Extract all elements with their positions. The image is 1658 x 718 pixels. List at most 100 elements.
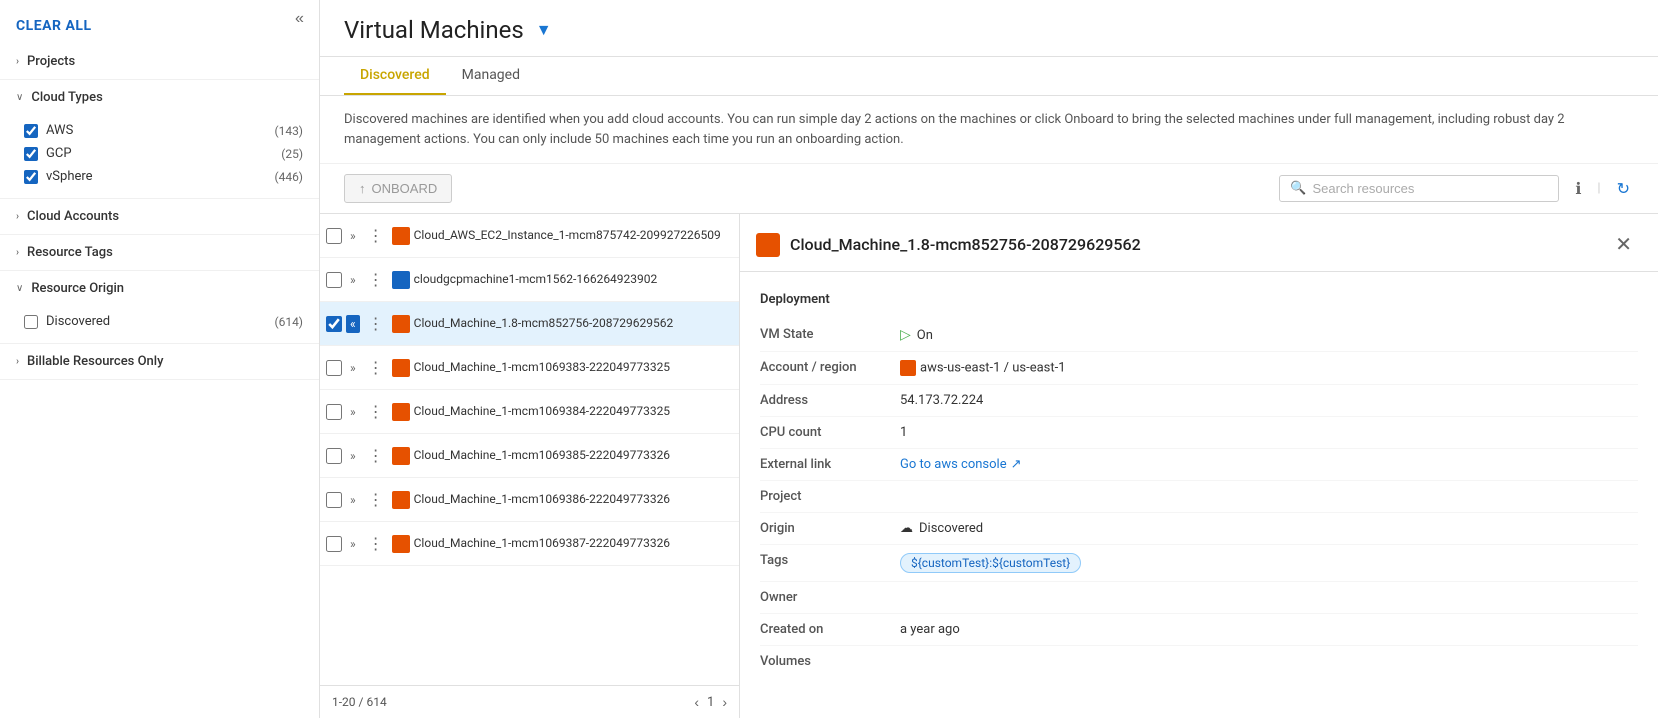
table-row[interactable]: » ⋮ cloudgcpmachine1-mcm1562-16626492390…	[320, 258, 739, 302]
page-header: Virtual Machines ▼	[320, 0, 1658, 57]
row-name: cloudgcpmachine1-mcm1562-166264923902	[414, 272, 733, 288]
sidebar-section-resource-origin-header[interactable]: ∨ Resource Origin	[0, 271, 319, 306]
external-link[interactable]: Go to aws console ↗	[900, 457, 1638, 472]
row-checkbox[interactable]	[326, 316, 342, 332]
filter-item-gcp-left: GCP	[24, 146, 72, 161]
detail-field-val-wrapper: a year ago	[900, 622, 1638, 637]
onboard-button[interactable]: ↑ ONBOARD	[344, 174, 452, 203]
filter-item-aws: AWS (143)	[24, 119, 303, 142]
row-menu-icon[interactable]: ⋮	[364, 356, 388, 379]
account-value: aws-us-east-1 / us-east-1	[900, 360, 1638, 376]
resource-pagination: 1-20 / 614 ‹ 1 ›	[320, 685, 739, 718]
vm-state-text: On	[917, 328, 933, 343]
row-name: Cloud_Machine_1-mcm1069383-222049773325	[414, 360, 733, 376]
detail-field-key: Origin	[760, 521, 890, 536]
refresh-button[interactable]: ↻	[1613, 175, 1634, 203]
row-checkbox[interactable]	[326, 536, 342, 552]
row-menu-icon[interactable]: ⋮	[364, 488, 388, 511]
sidebar-section-billable-label: Billable Resources Only	[27, 354, 163, 369]
row-menu-icon[interactable]: ⋮	[364, 400, 388, 423]
detail-field-val-wrapper: 54.173.72.224	[900, 393, 1638, 408]
row-checkbox[interactable]	[326, 360, 342, 376]
sidebar-section-resource-tags: › Resource Tags	[0, 235, 319, 271]
row-checkbox[interactable]	[326, 272, 342, 288]
info-button[interactable]: ℹ	[1571, 175, 1585, 203]
page-title: Virtual Machines	[344, 16, 524, 56]
search-input[interactable]	[1313, 181, 1549, 196]
sidebar-section-resource-origin-label: Resource Origin	[31, 281, 124, 296]
detail-field-key: External link	[760, 457, 890, 472]
row-name: Cloud_Machine_1-mcm1069387-222049773326	[414, 536, 733, 552]
sidebar-section-projects-label: Projects	[27, 54, 75, 69]
row-expand-icon[interactable]: »	[346, 403, 360, 421]
chevron-down-icon: ∨	[16, 92, 23, 103]
detail-field-row: Tags ${customTest}:${customTest}	[760, 545, 1638, 582]
next-page-button[interactable]: ›	[722, 694, 727, 710]
row-expand-icon[interactable]: »	[346, 491, 360, 509]
pagination-text: 1-20 / 614	[332, 695, 387, 709]
row-type-icon	[392, 447, 410, 465]
detail-close-button[interactable]: ✕	[1609, 230, 1638, 259]
gcp-checkbox[interactable]	[24, 147, 38, 161]
detail-field-key: Project	[760, 489, 890, 504]
vsphere-label: vSphere	[46, 169, 93, 184]
row-menu-icon[interactable]: ⋮	[364, 224, 388, 247]
detail-field-key: Owner	[760, 590, 890, 605]
table-row[interactable]: « ⋮ Cloud_Machine_1.8-mcm852756-20872962…	[320, 302, 739, 346]
detail-field-key: VM State	[760, 327, 890, 342]
search-box: 🔍	[1279, 175, 1559, 202]
detail-field-row: Owner	[760, 582, 1638, 614]
sidebar-section-cloud-accounts-header[interactable]: › Cloud Accounts	[0, 199, 319, 234]
row-menu-icon[interactable]: ⋮	[364, 444, 388, 467]
row-checkbox[interactable]	[326, 404, 342, 420]
sidebar-collapse-button[interactable]: «	[295, 10, 304, 28]
sidebar-section-cloud-types: ∨ Cloud Types AWS (143) GCP (25)	[0, 80, 319, 199]
discovered-checkbox[interactable]	[24, 315, 38, 329]
tab-managed[interactable]: Managed	[446, 57, 536, 95]
tab-discovered[interactable]: Discovered	[344, 57, 446, 95]
sidebar-section-projects-header[interactable]: › Projects	[0, 44, 319, 79]
cloud-icon: ☁	[900, 521, 913, 536]
row-type-icon	[392, 359, 410, 377]
chevron-right-icon-2: ›	[16, 211, 19, 222]
tag-badge: ${customTest}:${customTest}	[900, 553, 1081, 573]
sidebar-section-billable-header[interactable]: › Billable Resources Only	[0, 344, 319, 379]
table-row[interactable]: » ⋮ Cloud_AWS_EC2_Instance_1-mcm875742-2…	[320, 214, 739, 258]
vsphere-checkbox[interactable]	[24, 170, 38, 184]
table-row[interactable]: » ⋮ Cloud_Machine_1-mcm1069384-222049773…	[320, 390, 739, 434]
filter-item-vsphere: vSphere (446)	[24, 165, 303, 188]
detail-field-key: Account / region	[760, 360, 890, 375]
clear-all-button[interactable]: CLEAR ALL	[0, 0, 319, 44]
table-row[interactable]: » ⋮ Cloud_Machine_1-mcm1069385-222049773…	[320, 434, 739, 478]
row-checkbox[interactable]	[326, 448, 342, 464]
detail-field-row: Origin ☁Discovered	[760, 513, 1638, 545]
row-expand-icon[interactable]: »	[346, 535, 360, 553]
table-row[interactable]: » ⋮ Cloud_Machine_1-mcm1069387-222049773…	[320, 522, 739, 566]
row-expand-icon[interactable]: »	[346, 447, 360, 465]
chevron-right-icon-4: ›	[16, 356, 19, 367]
row-expand-icon[interactable]: »	[346, 227, 360, 245]
row-checkbox[interactable]	[326, 492, 342, 508]
row-expand-icon[interactable]: »	[346, 271, 360, 289]
row-checkbox[interactable]	[326, 228, 342, 244]
row-menu-icon[interactable]: ⋮	[364, 268, 388, 291]
detail-field-key: Volumes	[760, 654, 890, 669]
aws-label: AWS	[46, 123, 73, 138]
detail-field-row: CPU count 1	[760, 417, 1638, 449]
row-menu-icon[interactable]: ⋮	[364, 532, 388, 555]
vm-on-icon: ▷	[900, 327, 911, 343]
aws-checkbox[interactable]	[24, 124, 38, 138]
sidebar-section-resource-tags-header[interactable]: › Resource Tags	[0, 235, 319, 270]
sidebar-section-cloud-types-header[interactable]: ∨ Cloud Types	[0, 80, 319, 115]
row-expand-icon[interactable]: «	[346, 315, 360, 333]
table-row[interactable]: » ⋮ Cloud_Machine_1-mcm1069383-222049773…	[320, 346, 739, 390]
row-expand-icon[interactable]: »	[346, 359, 360, 377]
prev-page-button[interactable]: ‹	[694, 694, 699, 710]
filter-item-gcp: GCP (25)	[24, 142, 303, 165]
discovered-count: (614)	[274, 315, 303, 329]
detail-body: Deployment VM State ▷ On Account / regio…	[740, 272, 1658, 689]
row-menu-icon[interactable]: ⋮	[364, 312, 388, 335]
row-type-icon	[392, 491, 410, 509]
table-row[interactable]: » ⋮ Cloud_Machine_1-mcm1069386-222049773…	[320, 478, 739, 522]
detail-field-row: External link Go to aws console ↗	[760, 449, 1638, 481]
